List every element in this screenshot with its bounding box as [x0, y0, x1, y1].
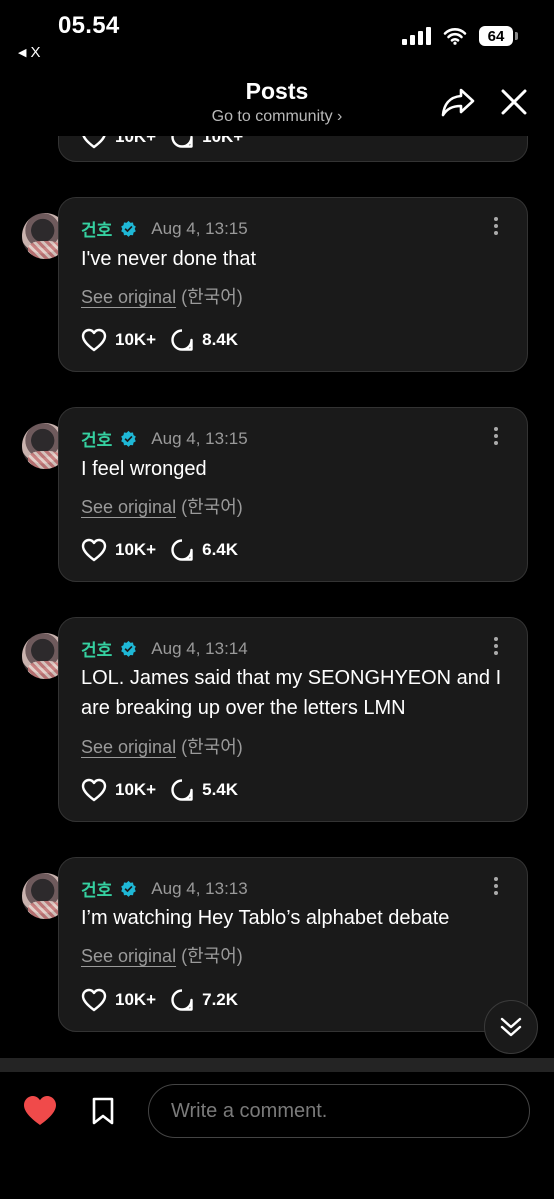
translation-note: See original (한국어)	[81, 283, 243, 309]
cellular-signal-icon	[402, 27, 431, 45]
post-actions: 10K+ 6.4K	[81, 538, 252, 562]
double-chevron-down-icon	[500, 1017, 522, 1037]
post-text: LOL. James said that my SEONGHYEON and I…	[81, 667, 502, 719]
original-language: (한국어)	[181, 497, 243, 517]
share-icon[interactable]	[440, 84, 476, 120]
close-icon[interactable]	[498, 86, 530, 118]
post-card[interactable]: 건호 Aug 4, 13:15 I feel wronged See origi…	[58, 407, 528, 582]
comment-count: 5.4K	[202, 780, 239, 799]
comment-count: 6.4K	[202, 540, 239, 559]
post-date: Aug 4, 13:13	[151, 878, 248, 898]
original-language: (한국어)	[181, 946, 243, 966]
bookmark-icon[interactable]	[90, 1096, 116, 1126]
like-button[interactable]: 10K+	[81, 988, 156, 1012]
like-button[interactable]: 10K+	[81, 538, 156, 562]
heart-icon	[81, 778, 107, 802]
author-name[interactable]: 건호	[81, 636, 112, 661]
page-header: Posts Go to community ›	[0, 70, 554, 136]
post-text: I’m watching Hey Tablo’s alphabet debate	[81, 907, 450, 929]
see-original-link[interactable]: See original	[81, 737, 176, 757]
post-actions: 10K+ 7.2K	[81, 988, 252, 1012]
author-name[interactable]: 건호	[81, 876, 112, 901]
comment-button[interactable]: 7.2K	[170, 988, 238, 1012]
translation-note: See original (한국어)	[81, 493, 243, 519]
see-original-link[interactable]: See original	[81, 497, 176, 517]
like-count: 10K+	[115, 990, 157, 1009]
post-date: Aug 4, 13:14	[151, 638, 248, 658]
post-meta: 건호 Aug 4, 13:15	[81, 216, 248, 241]
more-options-icon[interactable]	[493, 636, 499, 656]
comment-input[interactable]	[148, 1084, 530, 1138]
more-options-icon[interactable]	[493, 216, 499, 236]
wifi-icon	[443, 28, 467, 45]
verified-badge-icon	[121, 640, 137, 657]
heart-icon	[81, 328, 107, 352]
post-meta: 건호 Aug 4, 13:14	[81, 636, 248, 661]
comment-bubble-icon	[171, 779, 193, 801]
more-options-icon[interactable]	[493, 876, 499, 896]
post-actions: 10K+ 5.4K	[81, 778, 252, 802]
author-name[interactable]: 건호	[81, 216, 112, 241]
post-date: Aug 4, 13:15	[151, 218, 248, 238]
see-original-link[interactable]: See original	[81, 946, 176, 966]
like-count: 10K+	[115, 780, 157, 799]
comment-count: 7.2K	[202, 990, 239, 1009]
post-actions: 10K+ 8.4K	[81, 328, 252, 352]
post-card[interactable]: 건호 Aug 4, 13:13 I’m watching Hey Tablo’s…	[58, 857, 528, 1032]
like-button[interactable]: 10K+	[81, 328, 156, 352]
battery-level: 64	[479, 26, 513, 46]
translation-note: See original (한국어)	[81, 942, 243, 968]
translation-note: See original (한국어)	[81, 733, 243, 759]
like-count: 10K+	[115, 540, 157, 559]
post-date: Aug 4, 13:15	[151, 428, 248, 448]
post-meta: 건호 Aug 4, 13:15	[81, 426, 248, 451]
comment-button[interactable]: 5.4K	[170, 778, 238, 802]
post-feed: 10K+ 10K+ 건호 Aug 4, 13:15 I've never don…	[0, 0, 554, 1060]
comment-button[interactable]: 6.4K	[170, 538, 238, 562]
heart-icon	[81, 988, 107, 1012]
post-card[interactable]: 건호 Aug 4, 13:15 I've never done that See…	[58, 197, 528, 372]
original-language: (한국어)	[181, 737, 243, 757]
comment-button[interactable]: 8.4K	[170, 328, 238, 352]
original-language: (한국어)	[181, 287, 243, 307]
divider	[0, 1058, 554, 1072]
post-meta: 건호 Aug 4, 13:13	[81, 876, 248, 901]
back-to-app-button[interactable]: ◀ X	[18, 44, 40, 61]
heart-icon	[81, 538, 107, 562]
comment-bubble-icon	[171, 329, 193, 351]
status-bar: 05.54 ◀ X 64	[0, 0, 554, 70]
comment-bubble-icon	[171, 539, 193, 561]
more-options-icon[interactable]	[493, 426, 499, 446]
like-count: 10K+	[115, 330, 157, 349]
post-card[interactable]: 건호 Aug 4, 13:14 LOL. James said that my …	[58, 617, 528, 822]
author-name[interactable]: 건호	[81, 426, 112, 451]
post-text: I've never done that	[81, 248, 257, 270]
battery-icon: 64	[479, 26, 518, 46]
verified-badge-icon	[121, 430, 137, 447]
back-app-label: X	[30, 44, 41, 61]
status-icons: 64	[402, 26, 518, 46]
comment-count: 8.4K	[202, 330, 239, 349]
comment-bubble-icon	[171, 989, 193, 1011]
status-time: 05.54	[58, 12, 120, 39]
like-button[interactable]: 10K+	[81, 778, 156, 802]
comment-bar	[0, 1072, 554, 1199]
heart-filled-icon[interactable]	[22, 1094, 58, 1128]
verified-badge-icon	[121, 880, 137, 897]
back-arrow-icon: ◀	[18, 47, 27, 59]
see-original-link[interactable]: See original	[81, 287, 176, 307]
post-text: I feel wronged	[81, 458, 207, 480]
verified-badge-icon	[121, 220, 137, 237]
scroll-to-bottom-button[interactable]	[484, 1000, 538, 1054]
